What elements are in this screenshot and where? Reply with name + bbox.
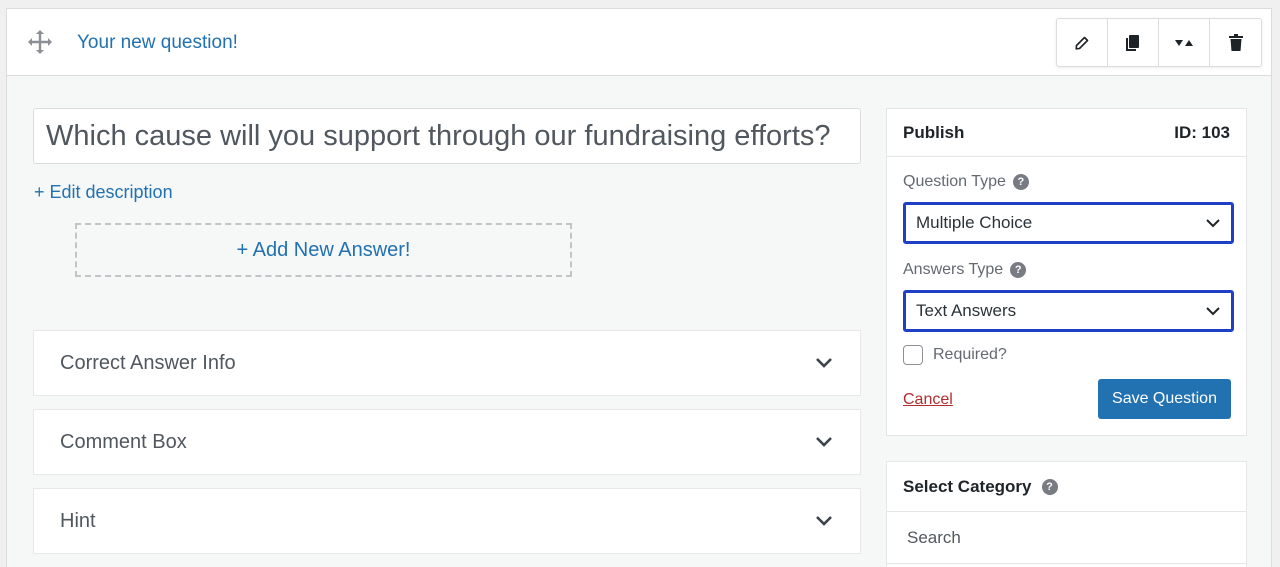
answers-type-label-text: Answers Type [903, 261, 1004, 278]
chevron-down-icon [816, 358, 832, 368]
cancel-link[interactable]: Cancel [903, 391, 953, 409]
question-title-input[interactable] [33, 108, 861, 164]
accordion-comment-box[interactable]: Comment Box [33, 409, 861, 475]
accordion-label: Comment Box [60, 430, 187, 453]
answers-type-label: Answers Type ? [903, 261, 1027, 279]
pencil-icon [1075, 36, 1089, 50]
question-toolbar [1056, 18, 1262, 67]
question-header-title[interactable]: Your new question! [77, 32, 238, 54]
chevron-down-icon [816, 516, 832, 526]
collapse-toggle-icon [1175, 39, 1193, 46]
chevron-down-icon [816, 437, 832, 447]
category-search-input[interactable] [887, 512, 1246, 564]
edit-description-link[interactable]: + Edit description [34, 182, 173, 203]
question-header: Your new question! [7, 9, 1271, 76]
publish-title: Publish [903, 122, 965, 142]
chevron-down-icon [1206, 307, 1220, 316]
edit-button[interactable] [1057, 19, 1108, 66]
accordion-correct-answer-info[interactable]: Correct Answer Info [33, 330, 861, 396]
answers-type-select[interactable]: Text Answers [903, 290, 1234, 332]
move-icon[interactable] [27, 29, 53, 55]
required-label: Required? [933, 346, 1007, 363]
delete-button[interactable] [1210, 19, 1261, 66]
help-icon[interactable]: ? [1012, 174, 1029, 190]
copy-icon [1126, 34, 1139, 51]
category-header: Select Category ? [887, 462, 1246, 512]
required-field: Required? [903, 345, 1007, 365]
accordion-hint[interactable]: Hint [33, 488, 861, 554]
question-id: ID: 103 [1174, 122, 1230, 142]
category-title: Select Category [903, 476, 1032, 496]
publish-header: Publish ID: 103 [887, 109, 1246, 157]
category-panel: Select Category ? [886, 461, 1247, 567]
question-type-label: Question Type ? [903, 173, 1029, 191]
trash-icon [1228, 34, 1243, 51]
help-icon[interactable]: ? [1041, 478, 1058, 495]
collapse-toggle-button[interactable] [1159, 19, 1210, 66]
question-type-select[interactable]: Multiple Choice [903, 202, 1234, 244]
publish-panel: Publish ID: 103 Question Type ? Multiple… [886, 108, 1247, 436]
chevron-down-icon [1206, 219, 1220, 228]
question-type-value: Multiple Choice [916, 213, 1033, 232]
help-icon[interactable]: ? [1010, 262, 1027, 278]
question-type-label-text: Question Type [903, 173, 1006, 190]
required-checkbox[interactable] [903, 345, 923, 365]
accordion-label: Hint [60, 509, 96, 532]
question-card: Your new question! Which cause will you … [6, 8, 1272, 567]
duplicate-button[interactable] [1108, 19, 1159, 66]
save-question-button[interactable]: Save Question [1098, 379, 1231, 419]
answers-type-value: Text Answers [916, 301, 1017, 320]
add-answer-button[interactable]: + Add New Answer! [75, 223, 572, 277]
accordion-label: Correct Answer Info [60, 351, 236, 374]
